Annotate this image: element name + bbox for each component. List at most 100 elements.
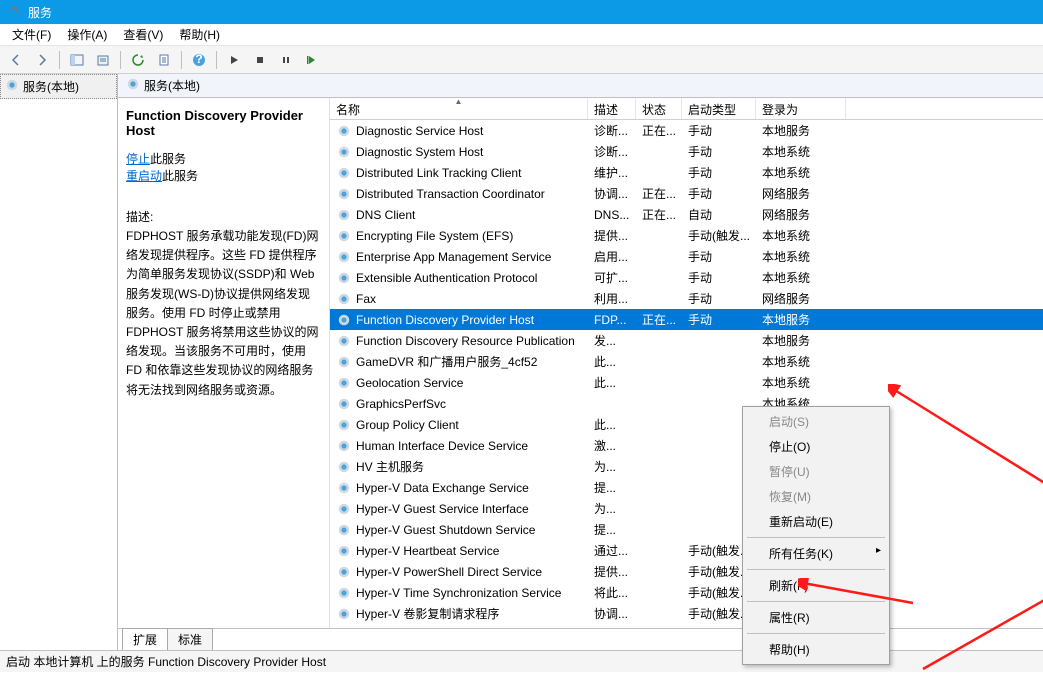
- show-hide-tree-button[interactable]: [65, 49, 89, 71]
- table-row[interactable]: GraphicsPerfSvc本地系统: [330, 393, 1043, 414]
- menu-action[interactable]: 操作(A): [59, 24, 115, 45]
- service-name: Extensible Authentication Protocol: [356, 271, 537, 285]
- service-status: [636, 506, 682, 512]
- context-menu-item[interactable]: 重新启动(E): [745, 509, 887, 534]
- service-status: [636, 359, 682, 365]
- export-button[interactable]: [91, 49, 115, 71]
- column-status[interactable]: 状态: [636, 98, 682, 119]
- stop-service-button[interactable]: [248, 49, 272, 71]
- gear-icon: [336, 396, 352, 412]
- column-name[interactable]: ▲名称: [330, 98, 588, 119]
- toolbar: ?: [0, 46, 1043, 74]
- table-row[interactable]: Function Discovery Provider HostFDP...正在…: [330, 309, 1043, 330]
- menu-view[interactable]: 查看(V): [115, 24, 171, 45]
- table-row[interactable]: Hyper-V Data Exchange Service提...本地系统: [330, 477, 1043, 498]
- service-status: [636, 485, 682, 491]
- table-row[interactable]: Group Policy Client此...本地系统: [330, 414, 1043, 435]
- tabs-bottom: 扩展 标准: [118, 628, 1043, 650]
- service-start: 手动: [682, 266, 756, 289]
- table-row[interactable]: Human Interface Device Service激...本地系统: [330, 435, 1043, 456]
- refresh-button[interactable]: [126, 49, 150, 71]
- table-row[interactable]: Hyper-V Guest Shutdown Service提...本地系统: [330, 519, 1043, 540]
- gear-icon: [336, 186, 352, 202]
- service-start: 手动: [682, 120, 756, 142]
- table-row[interactable]: Function Discovery Resource Publication发…: [330, 330, 1043, 351]
- service-desc: 通过...: [588, 539, 636, 562]
- properties-button[interactable]: [152, 49, 176, 71]
- context-menu-separator: [747, 537, 885, 538]
- tab-standard[interactable]: 标准: [167, 628, 213, 650]
- table-row[interactable]: Hyper-V Heartbeat Service通过...手动(触发...本地…: [330, 540, 1043, 561]
- table-row[interactable]: DNS ClientDNS...正在...自动网络服务: [330, 204, 1043, 225]
- pause-service-button[interactable]: [274, 49, 298, 71]
- table-row[interactable]: Distributed Transaction Coordinator协调...…: [330, 183, 1043, 204]
- gear-icon: [336, 606, 352, 622]
- context-menu-item[interactable]: 属性(R): [745, 605, 887, 630]
- table-row[interactable]: Hyper-V PowerShell Direct Service提供...手动…: [330, 561, 1043, 582]
- table-row[interactable]: Hyper-V Guest Service Interface为...本地系统: [330, 498, 1043, 519]
- context-menu-item[interactable]: 停止(O): [745, 434, 887, 459]
- service-start: 手动: [682, 182, 756, 205]
- gear-icon: [336, 438, 352, 454]
- main-pane: 服务(本地) Function Discovery Provider Host …: [118, 74, 1043, 650]
- table-row[interactable]: Fax利用...手动网络服务: [330, 288, 1043, 309]
- context-menu-item[interactable]: 所有任务(K): [745, 541, 887, 566]
- service-desc: 为...: [588, 497, 636, 520]
- column-logon[interactable]: 登录为: [756, 98, 846, 119]
- service-name: Diagnostic Service Host: [356, 124, 483, 138]
- service-name: Hyper-V Data Exchange Service: [356, 481, 529, 495]
- detail-description: FDPHOST 服务承载功能发现(FD)网络发现提供程序。这些 FD 提供程序为…: [126, 227, 321, 400]
- service-start: 手动: [682, 287, 756, 310]
- context-menu-item: 启动(S): [745, 409, 887, 434]
- table-row[interactable]: HV 主机服务为...本地系统: [330, 456, 1043, 477]
- restart-service-button[interactable]: [300, 49, 324, 71]
- forward-button[interactable]: [30, 49, 54, 71]
- service-logon: 本地系统: [756, 245, 846, 268]
- list-pane: ▲名称 描述 状态 启动类型 登录为 Diagnostic Service Ho…: [330, 98, 1043, 628]
- service-logon: 本地系统: [756, 161, 846, 184]
- context-menu-item[interactable]: 刷新(F): [745, 573, 887, 598]
- service-status: 正在...: [636, 203, 682, 226]
- table-row[interactable]: Hyper-V 卷影复制请求程序协调...手动(触发...本地系统: [330, 603, 1043, 624]
- start-service-button[interactable]: [222, 49, 246, 71]
- service-name: GameDVR 和广播用户服务_4cf52: [356, 353, 537, 370]
- menu-help[interactable]: 帮助(H): [171, 24, 228, 45]
- table-row[interactable]: Diagnostic Service Host诊断...正在...手动本地服务: [330, 120, 1043, 141]
- table-row[interactable]: Geolocation Service此...本地系统: [330, 372, 1043, 393]
- gear-icon: [336, 312, 352, 328]
- service-desc: 此...: [588, 413, 636, 436]
- menu-file[interactable]: 文件(F): [4, 24, 59, 45]
- table-row[interactable]: GameDVR 和广播用户服务_4cf52此...本地系统: [330, 351, 1043, 372]
- gear-icon: [336, 543, 352, 559]
- service-desc: 激...: [588, 434, 636, 457]
- context-menu-item[interactable]: 帮助(H): [745, 637, 887, 662]
- service-desc: DNS...: [588, 205, 636, 225]
- table-row[interactable]: Encrypting File System (EFS)提供...手动(触发..…: [330, 225, 1043, 246]
- service-start: 手动(触发...: [682, 224, 756, 247]
- table-row[interactable]: Hyper-V Time Synchronization Service将此..…: [330, 582, 1043, 603]
- tree-root-services[interactable]: 服务(本地): [0, 74, 117, 99]
- service-name: GraphicsPerfSvc: [356, 397, 446, 411]
- stop-link[interactable]: 停止: [126, 152, 150, 166]
- service-logon: 本地服务: [756, 308, 846, 331]
- help-button[interactable]: ?: [187, 49, 211, 71]
- toolbar-separator: [216, 51, 217, 69]
- table-row[interactable]: Extensible Authentication Protocol可扩...手…: [330, 267, 1043, 288]
- service-desc: 发...: [588, 329, 636, 352]
- back-button[interactable]: [4, 49, 28, 71]
- tab-extended[interactable]: 扩展: [122, 628, 168, 650]
- service-status: [636, 548, 682, 554]
- table-row[interactable]: Distributed Link Tracking Client维护...手动本…: [330, 162, 1043, 183]
- gear-icon: [336, 123, 352, 139]
- gear-icon: [336, 165, 352, 181]
- service-name: Hyper-V Time Synchronization Service: [356, 586, 561, 600]
- service-name: Encrypting File System (EFS): [356, 229, 513, 243]
- column-desc[interactable]: 描述: [588, 98, 636, 119]
- table-row[interactable]: Diagnostic System Host诊断...手动本地系统: [330, 141, 1043, 162]
- service-logon: 网络服务: [756, 182, 846, 205]
- gear-icon: [336, 333, 352, 349]
- column-start[interactable]: 启动类型: [682, 98, 756, 119]
- restart-link[interactable]: 重启动: [126, 169, 162, 183]
- table-row[interactable]: Enterprise App Management Service启用...手动…: [330, 246, 1043, 267]
- list-rows[interactable]: Diagnostic Service Host诊断...正在...手动本地服务D…: [330, 120, 1043, 628]
